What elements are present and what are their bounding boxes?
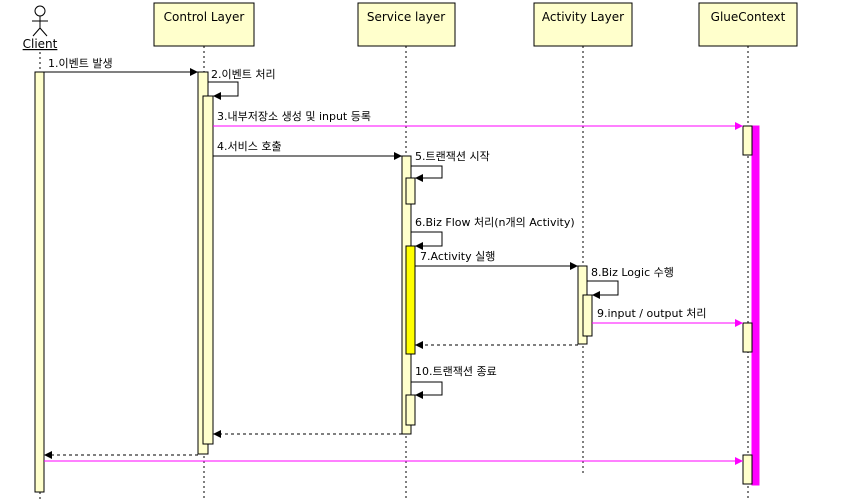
message-label: 4.서비스 호출 [217, 140, 282, 153]
message-label: 7.Activity 실행 [420, 250, 495, 263]
message-label: 5.트랜잭션 시작 [415, 150, 490, 163]
participant-gluecontext: GlueContext [698, 2, 798, 47]
message-label: 2.이벤트 처리 [211, 68, 276, 81]
stick-figure-icon [32, 5, 48, 37]
participant-control-layer: Control Layer [153, 2, 255, 47]
message-5-self: 5.트랜잭션 시작 [411, 150, 490, 182]
message-9: 9.input / output 처리 [592, 307, 743, 327]
message-3: 3.내부저장소 생성 및 input 등록 [213, 110, 743, 130]
participant-label: GlueContext [711, 10, 786, 24]
message-4: 4.서비스 호출 [213, 140, 402, 160]
activation-control-inner [202, 95, 214, 445]
message-label: 8.Biz Logic 수행 [591, 266, 674, 279]
message-2-self: 2.이벤트 처리 [208, 68, 276, 100]
glue-context-bar [751, 125, 760, 486]
activation-glue-1 [742, 125, 753, 156]
activation-service-highlight [405, 245, 416, 355]
client-actor: Client [23, 5, 58, 51]
message-label: 10.트랜잭션 종료 [415, 365, 497, 378]
message-7: 7.Activity 실행 [415, 250, 578, 270]
participant-service-layer: Service layer [357, 2, 456, 47]
participant-label: Activity Layer [542, 10, 624, 24]
participant-label: Control Layer [164, 10, 245, 24]
message-label: 3.내부저장소 생성 및 input 등록 [217, 110, 371, 123]
activation-service-nested-2 [405, 394, 416, 426]
activation-glue-2 [742, 322, 753, 353]
message-label: 1.이벤트 발생 [48, 57, 113, 70]
message-label: 9.input / output 처리 [597, 307, 707, 320]
message-10-self: 10.트랜잭션 종료 [411, 365, 497, 399]
activation-service-nested-1 [405, 177, 416, 205]
message-1: 1.이벤트 발생 [44, 57, 198, 76]
activation-activity-inner [582, 294, 593, 337]
message-8-self: 8.Biz Logic 수행 [587, 266, 674, 299]
client-label: Client [23, 37, 58, 51]
message-6-self: 6.Biz Flow 처리(n개의 Activity) [411, 216, 575, 250]
activation-client [34, 71, 45, 493]
participant-label: Service layer [367, 10, 445, 24]
message-label: 6.Biz Flow 처리(n개의 Activity) [415, 216, 575, 229]
activation-glue-3 [742, 454, 753, 485]
participant-activity-layer: Activity Layer [533, 2, 633, 47]
activation-bars [34, 71, 760, 493]
sequence-diagram: Client Control Layer Service layer Activ… [23, 2, 798, 500]
